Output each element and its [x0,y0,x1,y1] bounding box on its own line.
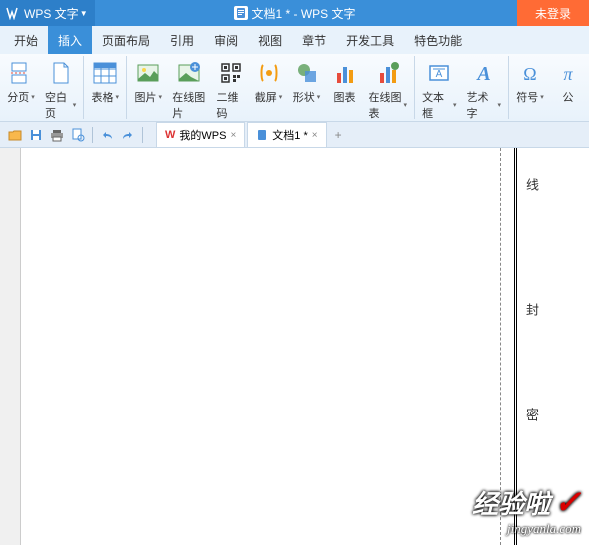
shape-button[interactable]: 形状▾ [288,56,326,123]
open-icon[interactable] [6,126,24,144]
document-icon [233,6,247,20]
menu-reference[interactable]: 引用 [160,26,204,54]
close-icon[interactable]: × [230,130,236,141]
chevron-down-icon: ▼ [79,9,89,18]
qrcode-button[interactable]: 二维码 [212,56,250,123]
formula-button[interactable]: π 公 [549,56,587,107]
onlinepic-icon [175,58,203,88]
print-icon[interactable] [48,126,66,144]
vertical-text-2: 封 [522,303,541,316]
screenshot-icon [255,58,283,88]
undo-icon[interactable] [98,126,116,144]
textbox-icon: A [425,58,453,88]
menu-pagelayout[interactable]: 页面布局 [92,26,160,54]
redo-icon[interactable] [119,126,137,144]
window-title: 文档1 * - WPS 文字 [233,5,355,22]
menu-view[interactable]: 视图 [248,26,292,54]
blankpage-icon [47,58,75,88]
wordart-icon: A [470,58,498,88]
textbox-button[interactable]: A 文本框▾ [417,56,461,123]
watermark: 经验啦 ✓ jingyanla.com [472,483,581,537]
table-button[interactable]: 表格▾ [86,56,124,107]
wordart-button[interactable]: A 艺术字▾ [462,56,506,123]
onlinechart-icon [374,58,402,88]
add-tab-button[interactable]: + [329,122,348,147]
menu-features[interactable]: 特色功能 [404,26,472,54]
ribbon: 分页▾ 空白页▾ 表格▾ 图片▾ [0,54,589,122]
qrcode-icon [217,58,245,88]
pagebreak-icon [7,58,35,88]
formula-icon: π [554,58,582,88]
menubar: 开始 插入 页面布局 引用 审阅 视图 章节 开发工具 特色功能 [0,26,589,54]
svg-text:A: A [436,69,443,80]
pagebreak-button[interactable]: 分页▾ [2,56,40,123]
screenshot-button[interactable]: 截屏▾ [250,56,288,123]
vertical-ruler [0,148,20,545]
printpreview-icon[interactable] [69,126,87,144]
svg-text:A: A [475,63,490,85]
svg-text:Ω: Ω [523,64,536,84]
svg-text:π: π [563,64,573,84]
menu-start[interactable]: 开始 [4,26,48,54]
tab-mywps[interactable]: W 我的WPS × [156,122,245,147]
login-button[interactable]: 未登录 [517,0,589,26]
quick-access-bar: W 我的WPS × 文档1 * × + [0,122,589,148]
menu-insert[interactable]: 插入 [48,26,92,54]
chart-button[interactable]: 图表 [326,56,364,123]
save-icon[interactable] [27,126,45,144]
picture-icon [134,58,162,88]
symbol-icon: Ω [516,58,544,88]
wps-tab-icon: W [165,129,175,141]
doc-tab-icon [256,129,268,141]
app-name: WPS 文字 [24,5,79,22]
menu-review[interactable]: 审阅 [204,26,248,54]
symbol-button[interactable]: Ω 符号▾ [511,56,549,107]
document-area: 线 封 密 经验啦 ✓ jingyanla.com [0,148,589,545]
blankpage-button[interactable]: 空白页▾ [40,56,81,123]
separator [92,127,93,143]
vertical-text-3: 密 [522,408,541,421]
wps-logo-icon [6,6,20,20]
close-icon[interactable]: × [312,130,318,141]
chart-icon [331,58,359,88]
shape-icon [293,58,321,88]
table-icon [91,58,119,88]
document-tabs: W 我的WPS × 文档1 * × + [156,122,348,147]
vertical-text-1: 线 [522,178,541,191]
titlebar: WPS 文字 ▼ 文档1 * - WPS 文字 未登录 [0,0,589,26]
onlinechart-button[interactable]: 在线图表▾ [364,56,413,123]
separator [142,127,143,143]
tab-doc1[interactable]: 文档1 * × [247,122,326,147]
checkmark-icon: ✓ [554,483,581,521]
picture-button[interactable]: 图片▾ [129,56,167,123]
onlinepic-button[interactable]: 在线图片 [167,56,211,123]
menu-chapter[interactable]: 章节 [292,26,336,54]
app-menu[interactable]: WPS 文字 ▼ [0,0,95,26]
menu-devtools[interactable]: 开发工具 [336,26,404,54]
